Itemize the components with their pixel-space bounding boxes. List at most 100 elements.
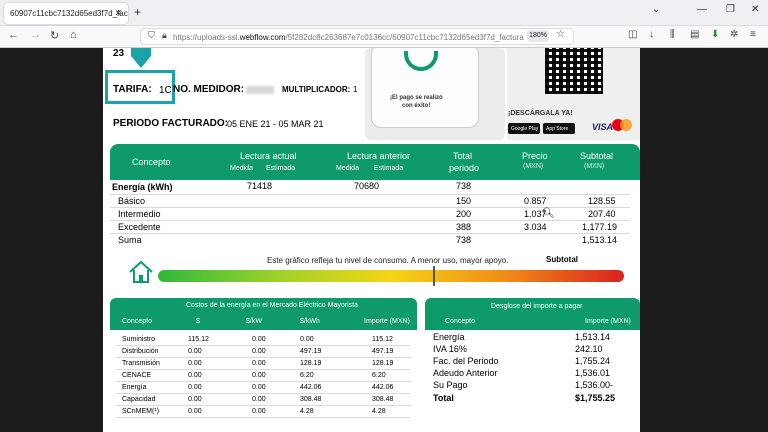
zoom-level[interactable]: 180% [527, 30, 549, 42]
mercado-row-value: 0.00 [188, 384, 202, 391]
row-subtotal: 1,513.14 [582, 235, 618, 245]
google-play-badge[interactable]: Google Play [508, 123, 540, 134]
check-icon [404, 51, 438, 71]
row-total: 200 [456, 209, 472, 219]
lectura-actual-value: 71418 [247, 181, 273, 191]
mercado-row-concepto: Distribución [122, 348, 159, 355]
tarifa-label: TARIFA: [113, 84, 152, 95]
download-icon[interactable]: ↓ [649, 29, 654, 40]
medidor-label: NO. MEDIDOR: [173, 84, 245, 95]
row-precio: 0.857 [524, 196, 547, 206]
mercado-row-value: 0.00 [252, 336, 266, 343]
new-tab-icon[interactable]: + [134, 5, 141, 19]
bookmark-star-icon[interactable]: ☆ [556, 29, 565, 40]
desglose-row-label: IVA 16% [433, 344, 467, 354]
col-estimada-2: Estimada [374, 165, 404, 172]
mercado-row-value: 0.00 [252, 348, 266, 355]
col-concepto: Concepto [132, 157, 171, 167]
mastercard-icon [612, 119, 632, 131]
mercado-row-value: 0.00 [252, 396, 266, 403]
multiplicador-label: MULTIPLICADOR: [282, 85, 351, 94]
lock-icon[interactable]: 🔒︎ [162, 30, 167, 41]
desglose-row-label: Su Pago [433, 380, 468, 390]
col-medida-2: Medida [336, 165, 359, 172]
mercado-row-value: 6.20 [300, 372, 314, 379]
desglose-row-value: 1,513.14 [575, 332, 611, 342]
url-path: /5f282dc8c263687e7c0136cc/60907c11cbc713… [285, 33, 524, 42]
reload-icon[interactable]: ↻ [50, 29, 59, 42]
back-icon[interactable]: ← [8, 29, 19, 41]
list-tabs-icon[interactable]: ⌄ [652, 4, 660, 15]
row-concepto: Intermedio [118, 209, 161, 219]
col-medida-1: Medida [230, 165, 253, 172]
home-icon[interactable]: ⌂ [70, 29, 77, 41]
browser-tab[interactable]: 60907c11cbc7132d65ed3f7d_factura ✕ [4, 3, 128, 24]
extension-icon[interactable]: ⬇ [711, 29, 719, 40]
mercado-row-value: 0.00 [188, 372, 202, 379]
mercado-row-value: 442.06 [300, 384, 322, 391]
app-store-badge[interactable]: App Store [543, 123, 575, 134]
mercado-row-value: 128.19 [372, 360, 394, 367]
consumption-gauge [158, 270, 624, 282]
row-subtotal: 1,177.19 [582, 222, 618, 232]
date-fragment: 23 [113, 48, 125, 59]
row-divider [116, 369, 411, 370]
restore-icon[interactable]: ❐ [726, 4, 735, 15]
close-icon[interactable]: ✕ [114, 8, 122, 19]
multiplicador-value: 1 [353, 85, 358, 94]
library-icon[interactable]: ⫼ [670, 29, 675, 40]
mercado-row-value: 128.19 [300, 360, 322, 367]
extensions-puzzle-icon[interactable]: ✲ [730, 29, 738, 40]
invoice-page: 23 TARIFA: 1C NO. MEDIDOR: MULTIPLICADOR… [103, 48, 640, 432]
col-periodo: periodo [449, 163, 480, 173]
total-periodo-value: 738 [456, 181, 472, 191]
consumo-header [110, 144, 640, 180]
mercado-row-value: 308.48 [372, 396, 394, 403]
mercado-row-value: 4.28 [300, 408, 314, 415]
desglose-table: Desglose del importe a pagar Concepto Im… [425, 298, 640, 432]
mercado-row-value: 0.00 [252, 408, 266, 415]
gauge-caption: Este gráfico refleja tu nivel de consumo… [267, 256, 509, 265]
periodo-value: 05 ENE 21 - 05 MAR 21 [227, 119, 324, 129]
url-host: webflow.com [239, 33, 286, 42]
mercado-row-value: 0.00 [252, 360, 266, 367]
row-divider [110, 233, 630, 234]
row-concepto: Excedente [118, 222, 161, 232]
row-total: 388 [456, 222, 472, 232]
desglose-title: Desglose del importe a pagar [491, 303, 583, 310]
mercado-table: Costos de la energía en el Mercado Eléct… [110, 298, 417, 432]
pocket-icon[interactable]: ◫ [628, 29, 637, 40]
mercado-row-value: 115.12 [372, 336, 393, 343]
row-precio: 3.034 [524, 222, 547, 232]
row-concepto: Suma [118, 235, 142, 245]
col-precio: Precio [522, 151, 548, 161]
house-icon [129, 260, 153, 283]
desglose-row-value: 1,536.01 [575, 368, 611, 378]
arrow-down-icon [131, 48, 151, 68]
minimize-icon[interactable]: — [697, 4, 707, 15]
shield-icon[interactable]: ⛉ [148, 30, 155, 41]
reader-icon[interactable]: ▤ [690, 29, 699, 40]
mercado-row-concepto: SCnMEM(¹) [122, 408, 159, 415]
phone-text-2: con éxito! [402, 103, 431, 109]
row-divider [110, 220, 630, 221]
energia-label: Energía (kWh) [112, 182, 173, 192]
col-precio-unit: (MXN) [523, 163, 544, 170]
mercado-row-concepto: Suministro [122, 336, 156, 343]
row-total: 738 [456, 235, 472, 245]
mercado-row-concepto: Capacidad [122, 396, 156, 403]
zoom-cursor-icon: 🔍︎ [542, 208, 555, 219]
total-value: $1,755.25 [575, 393, 616, 403]
row-divider [110, 194, 630, 195]
lectura-anterior-value: 70680 [354, 181, 380, 191]
row-divider [116, 417, 411, 418]
row-divider [116, 405, 411, 406]
window-close-icon[interactable]: ✕ [751, 4, 759, 15]
mercado-row-value: 0.00 [300, 336, 314, 343]
forward-icon[interactable]: → [30, 29, 41, 41]
desglose-row-label: Energía [433, 332, 465, 342]
menu-icon[interactable]: ≡ [750, 29, 756, 40]
mercado-row-value: 0.00 [188, 408, 202, 415]
row-divider [116, 381, 411, 382]
url-bar[interactable]: https://uploads-ssl.webflow.com/5f282dc8… [140, 28, 574, 45]
